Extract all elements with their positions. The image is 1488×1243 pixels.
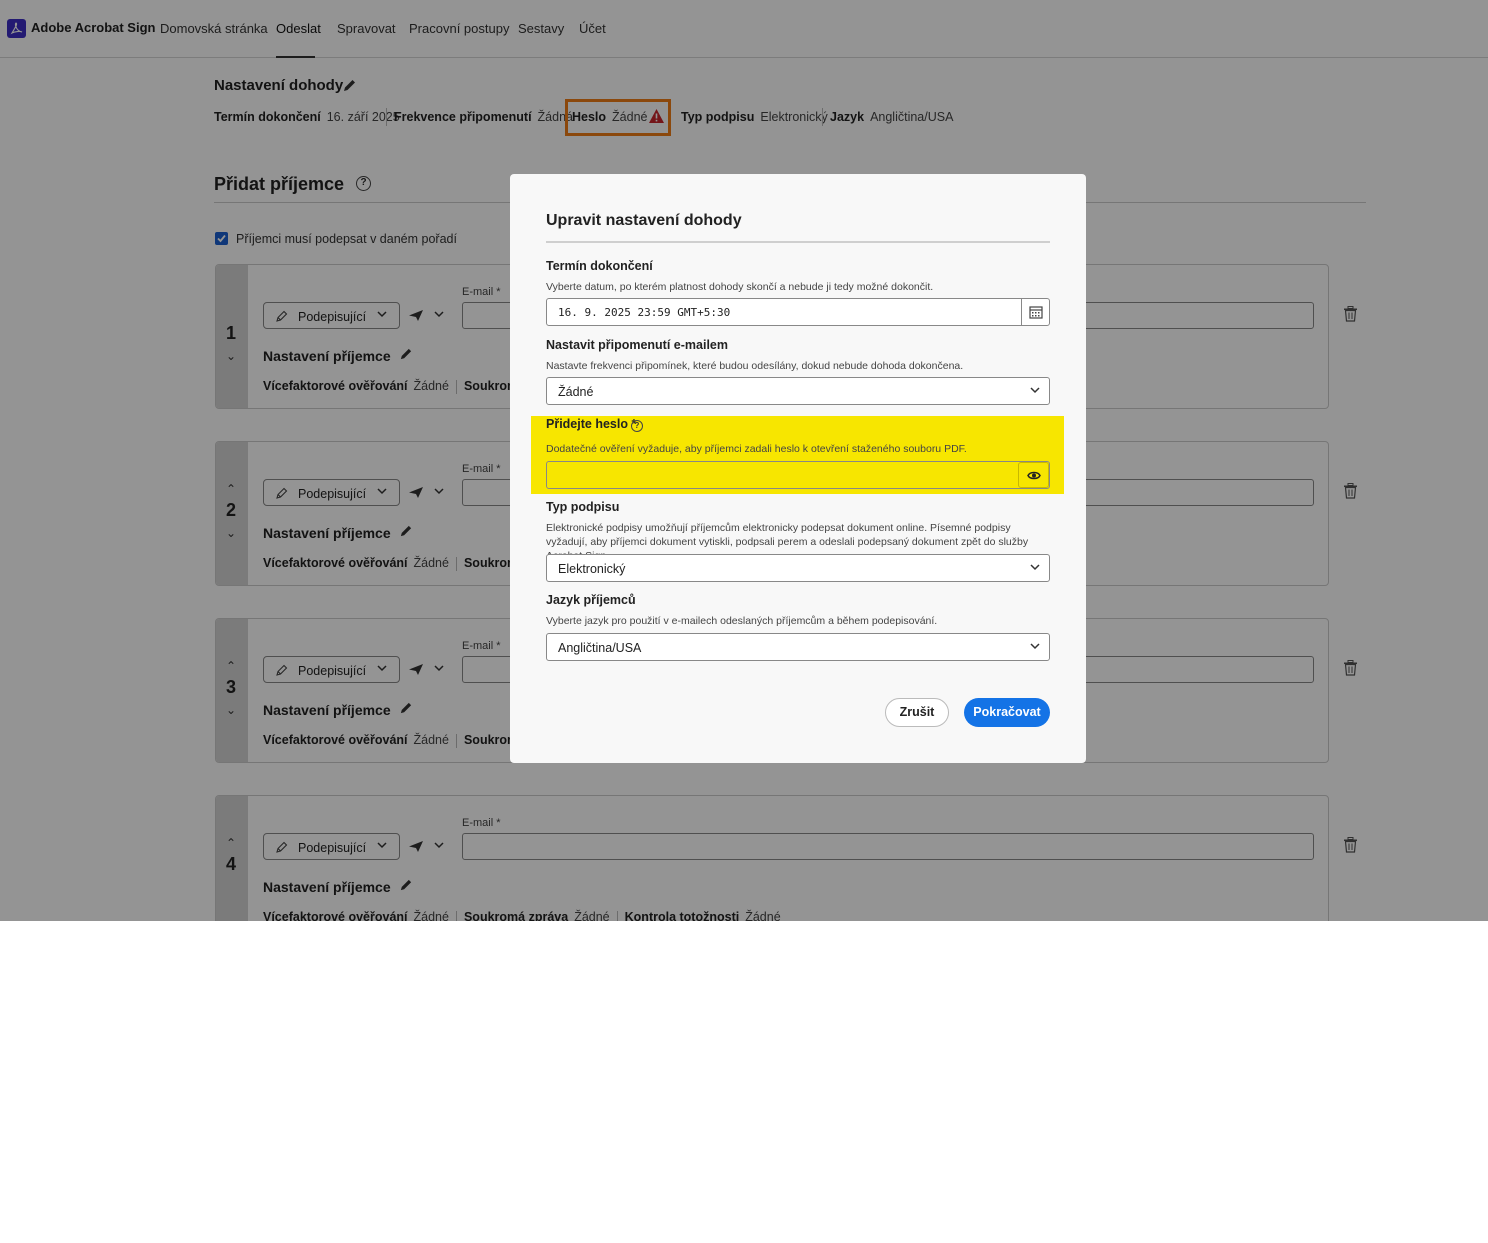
- reminder-select[interactable]: Žádné: [546, 377, 1050, 405]
- chevron-down-icon: [1030, 387, 1040, 394]
- sigtype-field-label: Typ podpisu: [546, 500, 620, 514]
- reminder-select-value: Žádné: [558, 385, 594, 399]
- deadline-input-value: 16. 9. 2025 23:59 GMT+5:30: [558, 306, 731, 319]
- divider: [546, 241, 1050, 243]
- reminder-description: Nastavte frekvenci připomínek, které bud…: [546, 360, 964, 372]
- sigtype-select-value: Elektronický: [558, 562, 626, 576]
- lang-field-label: Jazyk příjemců: [546, 593, 636, 607]
- continue-button[interactable]: Pokračovat: [964, 698, 1050, 727]
- calendar-button[interactable]: [1021, 299, 1049, 325]
- dialog-title: Upravit nastavení dohody: [546, 212, 742, 229]
- lang-select[interactable]: Angličtina/USA: [546, 633, 1050, 661]
- deadline-description: Vyberte datum, po kterém platnost dohody…: [546, 281, 934, 293]
- password-description: Dodatečné ověření vyžaduje, aby příjemci…: [546, 443, 967, 455]
- reminder-field-label: Nastavit připomenutí e-mailem: [546, 338, 728, 352]
- password-help-icon[interactable]: ?: [631, 420, 643, 432]
- eye-icon: [1027, 471, 1041, 480]
- edit-agreement-settings-dialog: Upravit nastavení dohody Termín dokončen…: [510, 174, 1086, 763]
- show-password-button[interactable]: [1018, 462, 1049, 488]
- cancel-button[interactable]: Zrušit: [885, 698, 949, 727]
- password-field-label: Přidejte heslo *: [546, 417, 637, 431]
- chevron-down-icon: [1030, 643, 1040, 650]
- password-input[interactable]: [546, 461, 1050, 489]
- deadline-datetime-input[interactable]: 16. 9. 2025 23:59 GMT+5:30: [546, 298, 1050, 326]
- calendar-icon: [1029, 306, 1043, 319]
- deadline-field-label: Termín dokončení: [546, 259, 653, 273]
- sigtype-select[interactable]: Elektronický: [546, 554, 1050, 582]
- chevron-down-icon: [1030, 564, 1040, 571]
- app-background: Adobe Acrobat Sign Domovská stránka Odes…: [0, 0, 1488, 921]
- lang-description: Vyberte jazyk pro použití v e-mailech od…: [546, 615, 938, 627]
- lang-select-value: Angličtina/USA: [558, 641, 642, 655]
